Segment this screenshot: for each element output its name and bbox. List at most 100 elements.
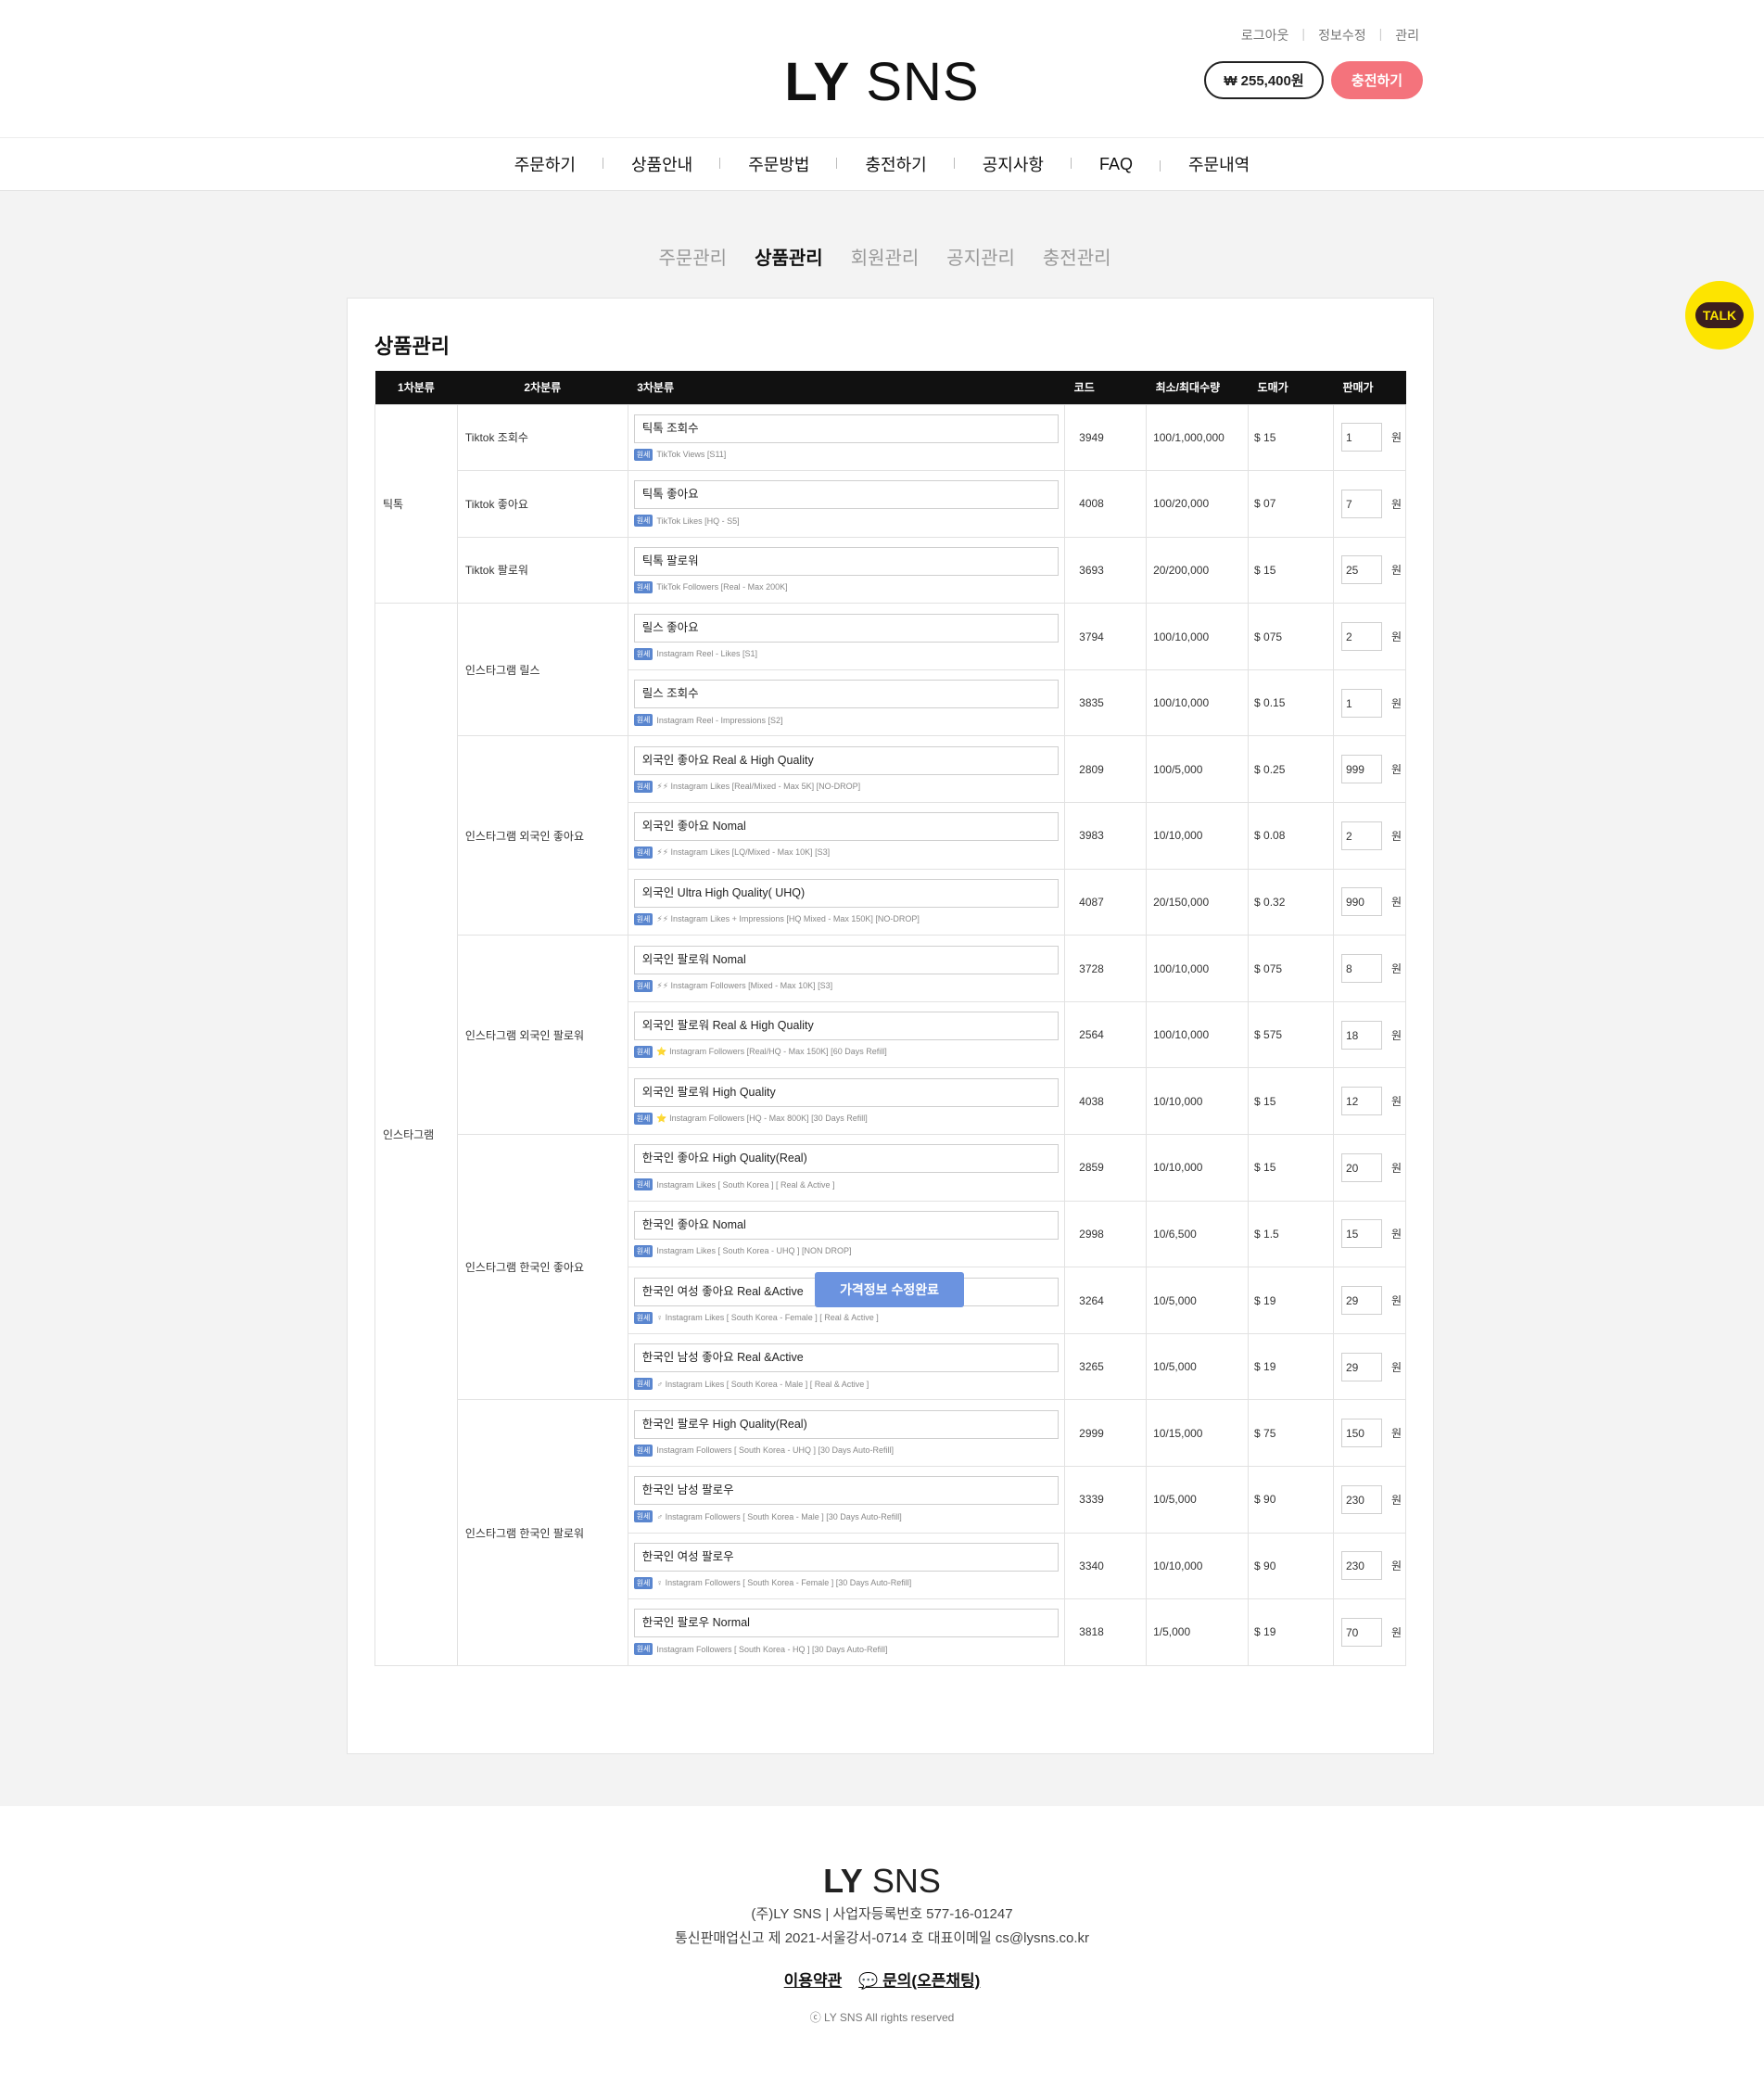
service-description: ⚡⚡ Instagram Likes [Real/Mixed - Max 5K]…	[656, 781, 861, 791]
footer-links: 이용약관 💬 문의(오픈채팅)	[0, 1967, 1764, 1991]
service-description: ♂ Instagram Likes [ South Korea - Male ]…	[656, 1379, 869, 1389]
product-name-input[interactable]: 한국인 좋아요 High Quality(Real)	[633, 1144, 1060, 1174]
code-cell: 2859	[1064, 1134, 1148, 1202]
product-name-input[interactable]: 릴스 좋아요	[633, 613, 1060, 643]
cat3-cell: 외국인 팔로워 High Quality 원세 ⭐ Instagram Follow…	[627, 1067, 1066, 1136]
charge-button[interactable]: 충전하기	[1331, 61, 1423, 99]
service-description: Instagram Likes [ South Korea - UHQ ] [N…	[656, 1246, 852, 1256]
price-input[interactable]: 18	[1340, 1020, 1382, 1050]
product-name-input[interactable]: 한국인 남성 팔로우	[633, 1476, 1060, 1506]
footer-logo: LY SNS	[0, 1862, 1764, 1901]
detail-badge: 원세	[633, 1510, 654, 1523]
nav-notice[interactable]: 공지사항	[955, 152, 1072, 176]
tab-member-manage[interactable]: 회원관리	[851, 243, 920, 270]
price-input[interactable]: 15	[1340, 1219, 1382, 1249]
product-name-input[interactable]: 외국인 팔로워 High Quality	[633, 1077, 1060, 1107]
price-input[interactable]: 8	[1340, 954, 1382, 984]
price-input[interactable]: 2	[1340, 622, 1382, 652]
currency-label: 원	[1390, 1360, 1402, 1374]
code-cell: 3983	[1064, 802, 1148, 870]
price-input[interactable]: 12	[1340, 1087, 1382, 1116]
service-description: ♂ Instagram Followers [ South Korea - Ma…	[656, 1511, 902, 1521]
price-input[interactable]: 1	[1340, 688, 1382, 718]
product-name-input[interactable]: 외국인 팔로워 Real & High Quality	[633, 1012, 1060, 1041]
cat3-cell: 한국인 좋아요 Nomal 원세 Instagram Likes [ South K…	[627, 1200, 1066, 1268]
price-cell: 12 원	[1332, 1067, 1407, 1136]
price-wrap: 150 원	[1334, 1419, 1405, 1448]
price-input[interactable]: 1	[1340, 423, 1382, 452]
table-row: 인스타그램 인스타그램 릴스 릴스 좋아요 원세 Instagram Reel - Li…	[374, 603, 1407, 1666]
product-name-input[interactable]: 릴스 조회수	[633, 680, 1060, 709]
product-name-input[interactable]: 외국인 좋아요 Nomal	[633, 812, 1060, 842]
admin-link[interactable]: 관리	[1395, 26, 1419, 45]
detail-badge: 원세	[633, 448, 654, 461]
nav-faq[interactable]: FAQ	[1072, 155, 1161, 174]
code-cell: 3794	[1064, 603, 1148, 670]
product-name-input[interactable]: 한국인 좋아요 Nomal	[633, 1210, 1060, 1240]
site-logo[interactable]: LY SNS	[784, 51, 979, 113]
product-detail: 원세 ♀ Instagram Likes [ South Korea - Fema…	[633, 1311, 1059, 1324]
product-detail: 원세 ♀ Instagram Followers [ South Korea - …	[633, 1576, 1059, 1589]
service-description: Instagram Followers [ South Korea - UHQ …	[656, 1445, 895, 1456]
price-input[interactable]: 29	[1340, 1286, 1382, 1316]
tab-order-manage[interactable]: 주문관리	[658, 243, 727, 270]
edit-profile-link[interactable]: 정보수정	[1318, 26, 1366, 45]
wholesale-cell: $ 0.25	[1248, 735, 1334, 804]
product-detail: 원세 Instagram Followers [ South Korea - UH…	[633, 1444, 1059, 1457]
code-cell: 3264	[1064, 1267, 1148, 1334]
code-cell: 3835	[1064, 668, 1148, 737]
product-name-input[interactable]: 틱톡 팔로워	[633, 546, 1060, 576]
detail-badge: 원세	[633, 912, 654, 925]
tab-notice-manage[interactable]: 공지관리	[946, 243, 1015, 270]
service-description: TikTok Followers [Real - Max 200K]	[656, 582, 788, 592]
inquiry-link[interactable]: 💬 문의(오픈채팅)	[858, 1967, 980, 1991]
detail-badge: 원세	[633, 1311, 654, 1324]
price-input[interactable]: 20	[1340, 1152, 1382, 1182]
qty-cell: 10/10,000	[1146, 1532, 1250, 1600]
cat3-cell: 한국인 팔로우 Normal 원세 Instagram Followers [ So…	[627, 1598, 1066, 1666]
nav-howto[interactable]: 주문방법	[720, 152, 838, 176]
nav-history[interactable]: 주문내역	[1161, 152, 1277, 176]
product-name-input[interactable]: 한국인 팔로우 Normal	[633, 1609, 1060, 1638]
terms-link[interactable]: 이용약관	[784, 1967, 843, 1991]
tab-product-manage[interactable]: 상품관리	[755, 243, 823, 270]
tab-charge-manage[interactable]: 충전관리	[1043, 243, 1111, 270]
product-name-input[interactable]: 외국인 팔로워 Nomal	[633, 945, 1060, 974]
save-prices-button[interactable]: 가격정보 수정완료	[815, 1272, 964, 1307]
product-name-input[interactable]: 틱톡 조회수	[633, 414, 1060, 443]
wholesale-cell: $ 15	[1248, 536, 1334, 605]
price-wrap: 29 원	[1334, 1286, 1405, 1316]
nav-products[interactable]: 상품안내	[603, 152, 721, 176]
price-input[interactable]: 230	[1340, 1484, 1382, 1514]
product-name-input[interactable]: 외국인 Ultra High Quality( UHQ)	[633, 878, 1060, 908]
cat2-cell: 인스타그램 릴스	[456, 603, 628, 737]
product-detail: 원세 Instagram Likes [ South Korea - UHQ ] …	[633, 1244, 1059, 1257]
product-name-input[interactable]: 틱톡 좋아요	[633, 480, 1060, 510]
separator: |	[1378, 26, 1383, 41]
price-input[interactable]: 7	[1340, 489, 1382, 518]
service-description: ⚡⚡ Instagram Followers [Mixed - Max 10K]…	[656, 980, 833, 990]
product-name-input[interactable]: 한국인 팔로우 High Quality(Real)	[633, 1409, 1060, 1439]
price-input[interactable]: 2	[1340, 821, 1382, 850]
qty-cell: 100/10,000	[1146, 668, 1250, 737]
code-cell: 3340	[1064, 1532, 1148, 1600]
product-name-input[interactable]: 한국인 남성 좋아요 Real &Active	[633, 1343, 1060, 1373]
price-cell: 990 원	[1332, 868, 1407, 936]
price-input[interactable]: 990	[1340, 887, 1382, 917]
price-input[interactable]: 70	[1340, 1617, 1382, 1647]
kakao-talk-button[interactable]: TALK	[1685, 281, 1754, 350]
wholesale-cell: $ 19	[1248, 1267, 1334, 1334]
logout-link[interactable]: 로그아웃	[1241, 26, 1289, 45]
price-input[interactable]: 25	[1340, 555, 1382, 585]
product-name-input[interactable]: 한국인 여성 팔로우	[633, 1542, 1060, 1572]
admin-area: 주문관리 상품관리 회원관리 공지관리 충전관리 상품관리 1차분류 2차분류 …	[0, 191, 1764, 1806]
service-description: Instagram Reel - Impressions [S2]	[656, 715, 783, 725]
price-input[interactable]: 150	[1340, 1419, 1382, 1448]
price-input[interactable]: 230	[1340, 1551, 1382, 1581]
nav-order[interactable]: 주문하기	[487, 152, 604, 176]
nav-charge[interactable]: 충전하기	[837, 152, 955, 176]
price-input[interactable]: 29	[1340, 1352, 1382, 1381]
price-input[interactable]: 999	[1340, 755, 1382, 784]
product-name-input[interactable]: 외국인 좋아요 Real & High Quality	[633, 745, 1060, 775]
copyright: ⓒ LY SNS All rights reserved	[809, 2011, 955, 2024]
